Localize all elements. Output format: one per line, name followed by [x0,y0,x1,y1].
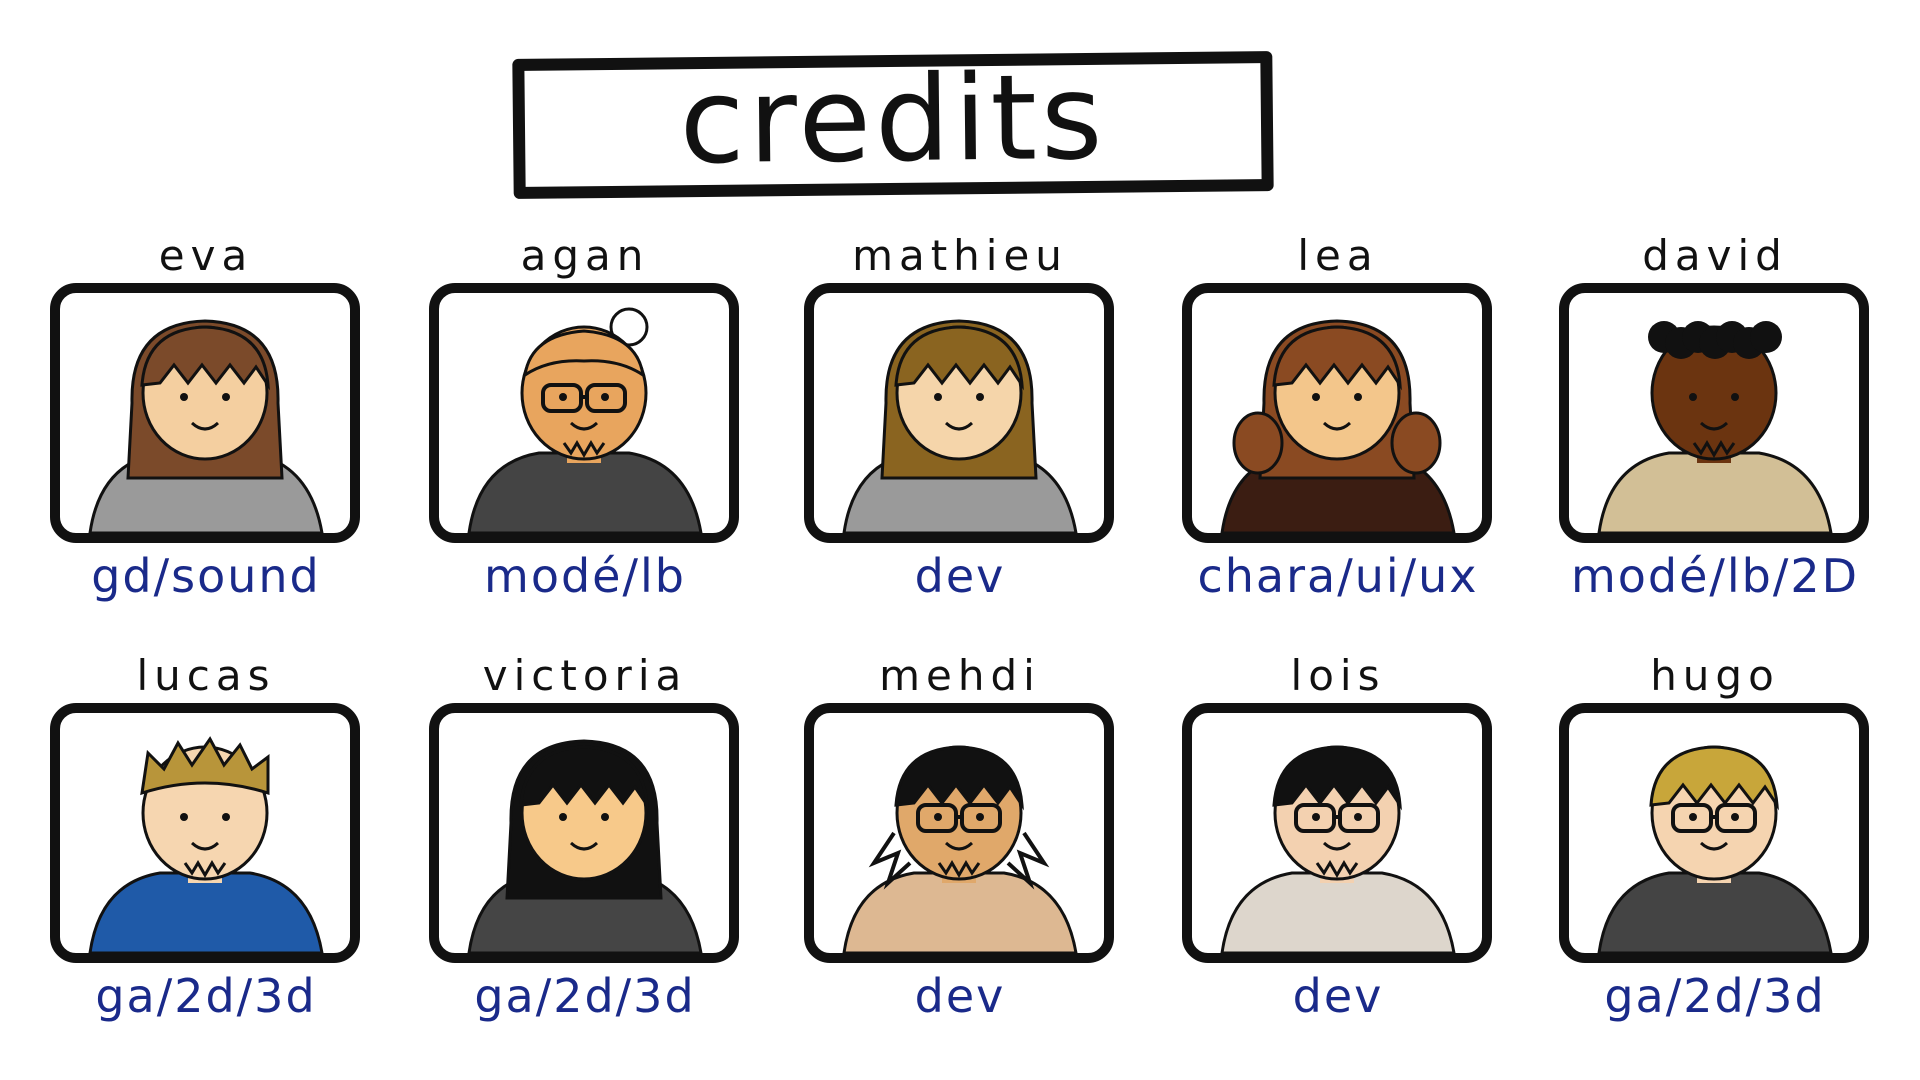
member-name: mathieu [852,231,1068,280]
right-eye [976,813,984,821]
left-eye [1312,393,1320,401]
portrait-illustration [88,319,324,533]
member-role: ga/2d/3d [95,969,317,1023]
member-role: modé/lb [484,549,686,603]
portrait-frame [50,703,360,963]
portrait-frame [50,283,360,543]
portrait-frame [429,283,739,543]
member-role: dev [914,969,1006,1023]
left-eye [934,393,942,401]
credits-title-box: credits [512,47,1274,199]
member-role: modé/lb/2D [1570,549,1860,603]
member-card-lea: lea chara/ui/ux [1168,235,1508,655]
left-eye [559,393,567,401]
member-card-david: david modé/lb/2D [1545,235,1885,655]
portrait-illustration [1597,321,1833,533]
member-role: chara/ui/ux [1197,549,1479,603]
left-eye [1689,393,1697,401]
right-eye [1731,393,1739,401]
right-eye [1354,813,1362,821]
portrait-illustration [88,736,324,953]
member-card-hugo: hugo ga/2d/3d [1545,655,1885,1075]
shirt-shape [1220,871,1456,953]
left-eye [934,813,942,821]
hair-curl [1750,321,1782,353]
member-name: david [1642,231,1788,280]
shirt-shape [1597,871,1833,953]
portrait-illustration [1220,745,1456,953]
member-role: gd/sound [91,549,321,603]
member-name: agan [520,231,650,280]
portrait-frame [804,283,1114,543]
member-card-mathieu: mathieu dev [790,235,1130,655]
member-name: lea [1297,231,1379,280]
right-eye [976,393,984,401]
member-card-lois: lois dev [1168,655,1508,1075]
shirt-shape [88,871,324,953]
credits-title: credits [678,47,1108,191]
member-role: ga/2d/3d [1604,969,1826,1023]
member-name: victoria [482,651,688,700]
portrait-frame [429,703,739,963]
portrait-illustration [842,745,1078,953]
member-name: hugo [1650,651,1780,700]
portrait-frame [1182,283,1492,543]
portrait-illustration [1597,745,1833,953]
left-eye [180,813,188,821]
left-pigtail [1232,411,1284,475]
left-eye [1689,813,1697,821]
shirt-shape [467,451,703,533]
right-eye [1731,813,1739,821]
right-eye [601,393,609,401]
member-card-victoria: victoria ga/2d/3d [415,655,755,1075]
portrait-frame [1182,703,1492,963]
portrait-frame [1559,283,1869,543]
shirt-shape [1597,451,1833,533]
member-role: dev [914,549,1006,603]
shirt-shape [842,871,1078,953]
right-eye [1354,393,1362,401]
member-name: eva [158,231,254,280]
portrait-illustration [1220,319,1456,533]
portrait-illustration [842,319,1078,533]
portrait-illustration [467,307,703,533]
member-name: mehdi [879,651,1041,700]
left-eye [180,393,188,401]
member-role: ga/2d/3d [474,969,696,1023]
right-eye [601,813,609,821]
member-card-eva: eva gd/sound [36,235,376,655]
right-pigtail [1390,411,1442,475]
member-role: dev [1292,969,1384,1023]
member-name: lois [1290,651,1386,700]
left-eye [1312,813,1320,821]
left-eye [559,813,567,821]
member-card-mehdi: mehdi dev [790,655,1130,1075]
right-eye [222,813,230,821]
member-name: lucas [136,651,276,700]
member-card-agan: agan modé/lb [415,235,755,655]
right-eye [222,393,230,401]
member-card-lucas: lucas ga/2d/3d [36,655,376,1075]
portrait-frame [1559,703,1869,963]
portrait-frame [804,703,1114,963]
portrait-illustration [467,739,703,953]
